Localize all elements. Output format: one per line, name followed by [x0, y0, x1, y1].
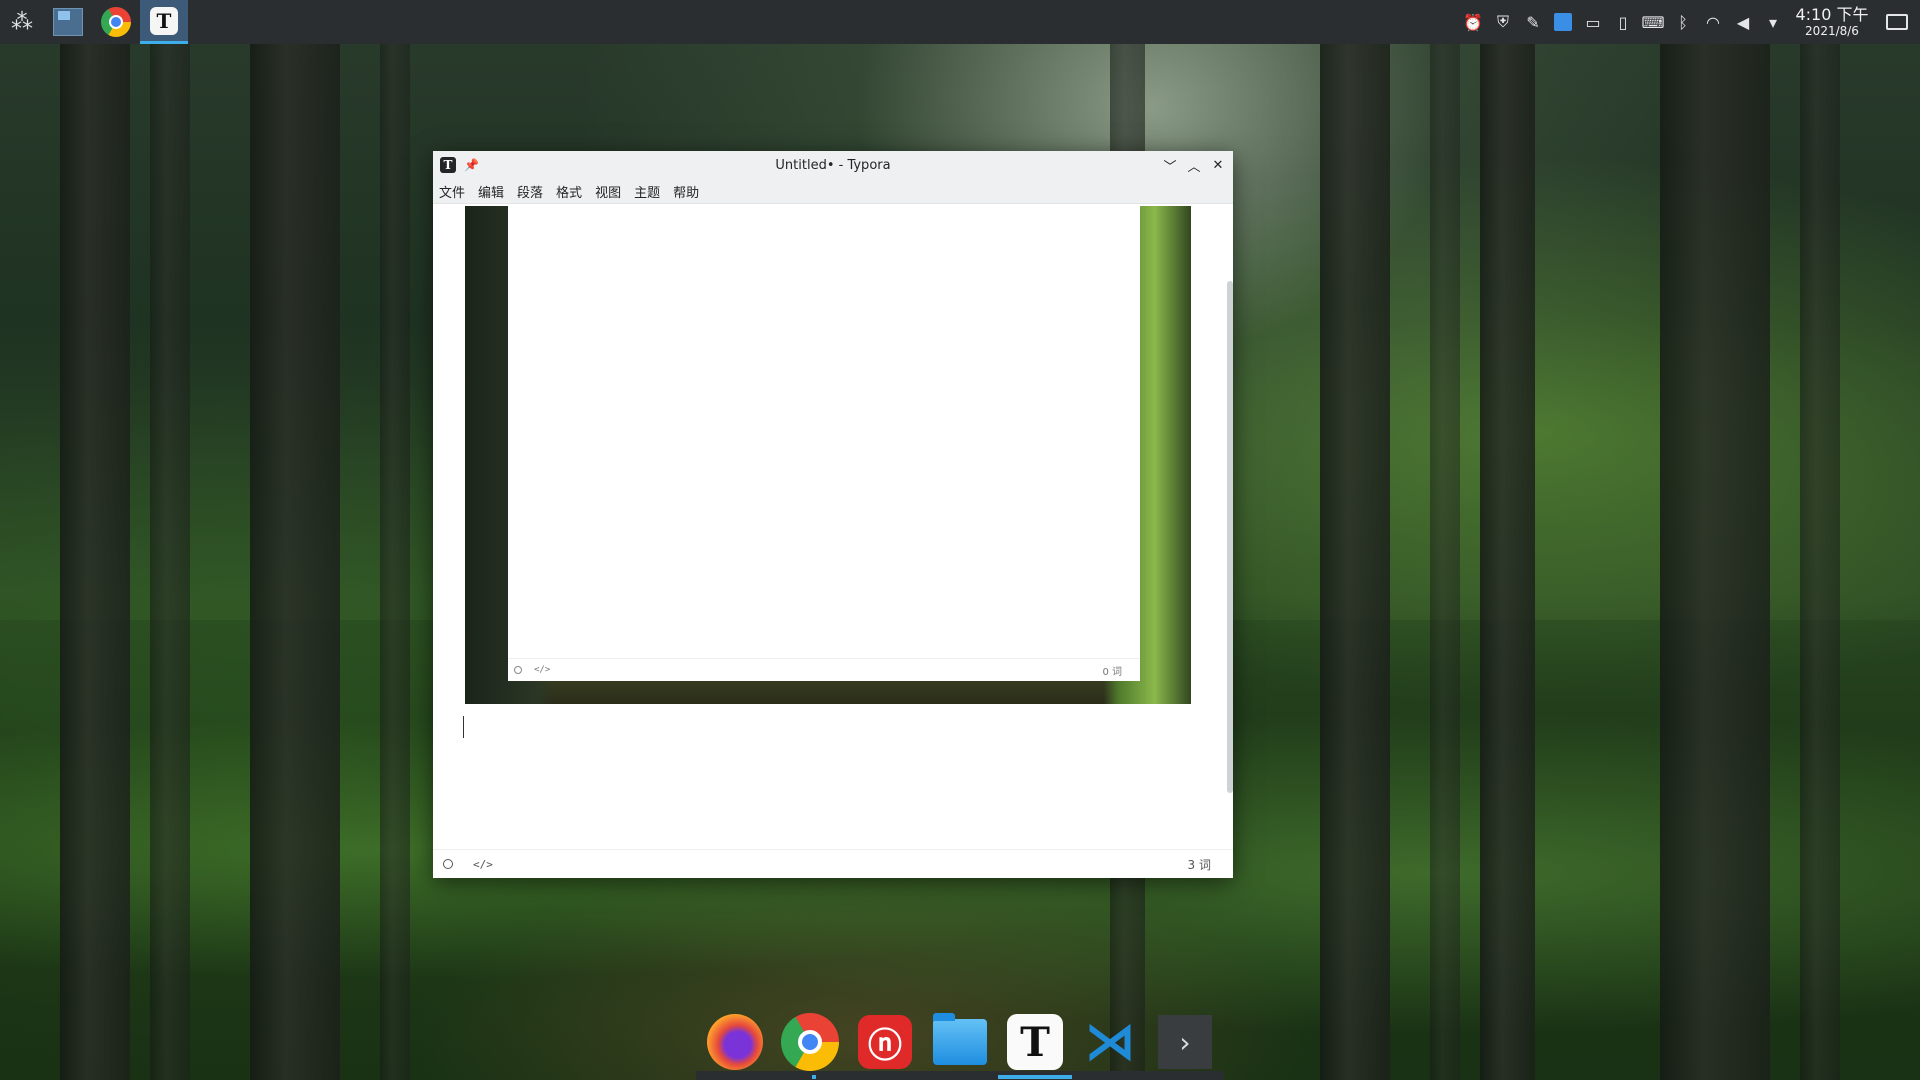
code-icon: </> [534, 665, 551, 675]
chrome-icon [101, 7, 131, 37]
bluetooth-icon[interactable]: ᛒ [1668, 0, 1698, 44]
window-title: Untitled• - Typora [775, 157, 891, 173]
menu-paragraph[interactable]: 段落 [517, 182, 549, 201]
tree-trunk [1480, 40, 1535, 1080]
menu-bar: 文件 编辑 段落 格式 视图 主题 帮助 [433, 179, 1233, 204]
title-bar[interactable]: T 📌 Untitled• - Typora ﹀ ︿ ✕ [433, 151, 1233, 179]
dock-chrome[interactable] [781, 1013, 839, 1071]
tree-trunk [1660, 40, 1770, 1080]
wifi-icon[interactable]: ◠ [1698, 0, 1728, 44]
source-code-toggle-icon[interactable]: </> [473, 858, 493, 871]
task-desktop[interactable] [44, 0, 92, 44]
vertical-scrollbar[interactable] [1227, 281, 1233, 793]
dock-more[interactable]: › [1156, 1013, 1214, 1071]
text-cursor [463, 716, 464, 738]
terminal-icon[interactable]: ▭ [1578, 0, 1608, 44]
circle-icon [514, 666, 522, 674]
tree-trunk [60, 40, 130, 1080]
netease-music-icon: ⓝ [858, 1015, 912, 1069]
dock: ⓝ T ⋊ › [696, 1004, 1224, 1080]
vscode-icon: ⋊ [1084, 1012, 1136, 1072]
top-panel: ⁂ T ⏰ ⛨ ✎ ▭ ▯ ⌨ ᛒ ◠ ◀ ▾ 4:10 下午 2021/8/6 [0, 0, 1920, 44]
volume-icon[interactable]: ◀ [1728, 0, 1758, 44]
shield-icon[interactable]: ⛨ [1488, 0, 1518, 44]
tree-trunk [150, 40, 190, 1080]
dock-netease-music[interactable]: ⓝ [856, 1013, 914, 1071]
folder-icon [933, 1013, 987, 1065]
close-button[interactable]: ✕ [1209, 156, 1227, 174]
status-bar: </> 3 词 [433, 849, 1233, 878]
kde-launcher-icon[interactable]: ⁂ [0, 0, 44, 44]
task-typora[interactable]: T [140, 0, 188, 44]
clipboard-app-icon[interactable] [1548, 0, 1578, 44]
embedded-screenshot-image: </> 0 词 [465, 206, 1191, 704]
menu-view[interactable]: 视图 [595, 182, 627, 201]
tree-trunk [1430, 40, 1460, 1080]
feather-icon[interactable]: ✎ [1518, 0, 1548, 44]
typora-icon: T [1007, 1014, 1063, 1070]
pin-icon[interactable]: 📌 [464, 158, 479, 172]
maximize-button[interactable]: ︿ [1185, 156, 1203, 175]
system-tray: ⏰ ⛨ ✎ ▭ ▯ ⌨ ᛒ ◠ ◀ ▾ 4:10 下午 2021/8/6 [1458, 0, 1920, 44]
clock-time: 4:10 下午 [1795, 5, 1869, 24]
keyboard-icon[interactable]: ⌨ [1638, 0, 1668, 44]
menu-file[interactable]: 文件 [439, 182, 471, 201]
editor-area[interactable]: </> 0 词 [433, 204, 1233, 850]
window-controls: ﹀ ︿ ✕ [1161, 151, 1227, 179]
tree-trunk [250, 40, 340, 1080]
dock-typora[interactable]: T [1006, 1013, 1064, 1071]
show-desktop-button[interactable] [1886, 14, 1908, 30]
chevron-right-icon: › [1158, 1015, 1212, 1069]
menu-help[interactable]: 帮助 [673, 182, 705, 201]
typora-window: T 📌 Untitled• - Typora ﹀ ︿ ✕ 文件 编辑 段落 格式… [433, 151, 1233, 878]
embedded-status-bar: </> 0 词 [508, 658, 1140, 681]
battery-icon[interactable]: ▯ [1608, 0, 1638, 44]
firefox-icon [707, 1014, 763, 1070]
outline-toggle-icon[interactable] [443, 859, 453, 869]
tree-trunk [1800, 40, 1840, 1080]
expand-arrow-icon[interactable]: ▾ [1758, 0, 1788, 44]
dock-files[interactable] [931, 1013, 989, 1071]
bell-icon[interactable]: ⏰ [1458, 0, 1488, 44]
embedded-word-count: 0 词 [1102, 666, 1122, 678]
minimize-button[interactable]: ﹀ [1161, 156, 1179, 175]
task-chrome[interactable] [92, 0, 140, 44]
menu-theme[interactable]: 主题 [634, 182, 666, 201]
tree-trunk [380, 40, 410, 1080]
clock-date: 2021/8/6 [1805, 24, 1859, 38]
chrome-icon [781, 1013, 839, 1071]
dock-vscode[interactable]: ⋊ [1081, 1012, 1139, 1072]
typora-icon: T [150, 6, 178, 35]
word-count[interactable]: 3 词 [1188, 856, 1211, 873]
tree-trunk [1320, 40, 1390, 1080]
dock-firefox[interactable] [706, 1013, 764, 1071]
typora-app-icon[interactable]: T [440, 157, 456, 173]
desktop-icon [53, 8, 83, 36]
clock[interactable]: 4:10 下午 2021/8/6 [1792, 5, 1872, 38]
menu-edit[interactable]: 编辑 [478, 182, 510, 201]
menu-format[interactable]: 格式 [556, 182, 588, 201]
embedded-typora-window: </> 0 词 [508, 206, 1140, 681]
